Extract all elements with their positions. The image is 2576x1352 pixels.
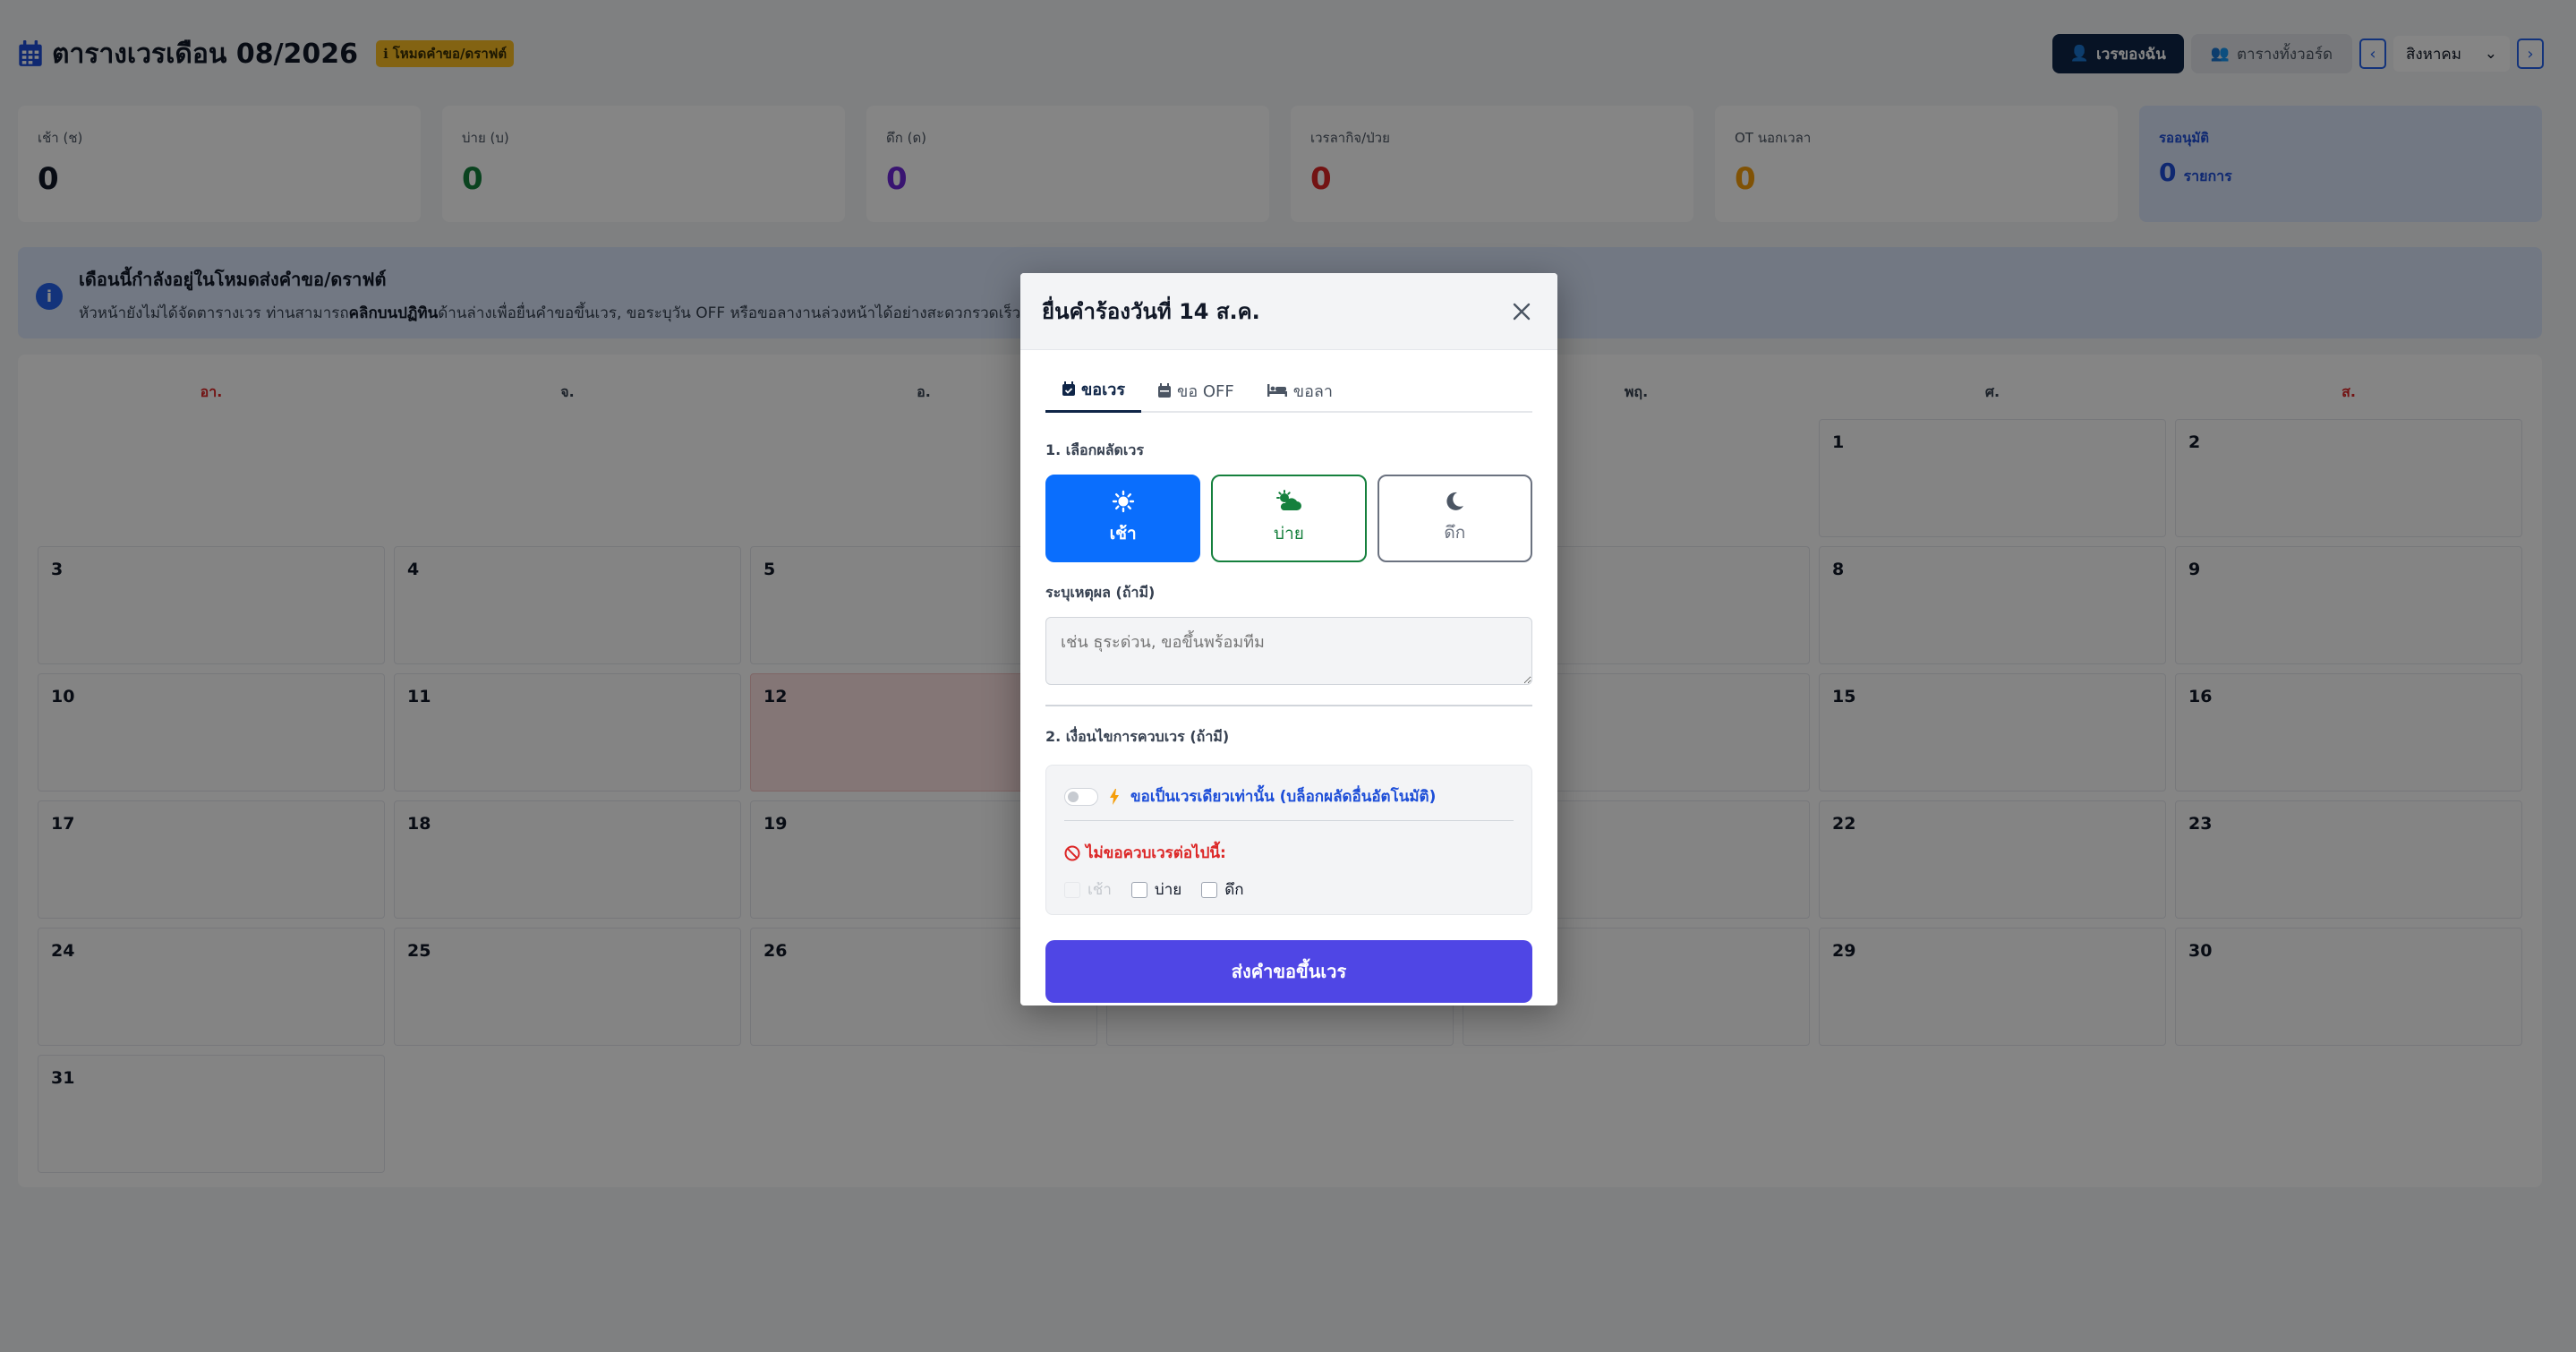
- checkbox-afternoon[interactable]: บ่าย: [1130, 877, 1181, 902]
- reason-input[interactable]: [1045, 617, 1532, 685]
- shift-option-afternoon[interactable]: บ่าย: [1211, 475, 1367, 562]
- single-shift-label: ขอเป็นเวรเดียวเท่านั้น (บล็อกผลัดอื่นอัต…: [1130, 788, 1437, 806]
- close-icon: [1513, 303, 1531, 320]
- submit-request-button[interactable]: ส่งคำขอขึ้นเวร: [1045, 940, 1532, 1003]
- bolt-icon: [1110, 788, 1119, 805]
- request-tabs: ขอเวร ขอ OFF ขอลา: [1045, 368, 1532, 413]
- cloud-sun-icon: [1275, 490, 1301, 510]
- moon-icon: [1446, 492, 1464, 510]
- request-modal: ยื่นคำร้องวันที่ 14 ส.ค. ขอเวร ขอ OFF ขอ…: [1020, 273, 1557, 1005]
- shift-schedule-page: ตารางเวรเดือน 08/2026 ℹ โหมดคำขอ/ดราฟต์ …: [0, 0, 2576, 1352]
- reason-label: ระบุเหตุผล (ถ้ามี): [1045, 584, 1156, 601]
- conditions-label: 2. เงื่อนไขการควบเวร (ถ้ามี): [1045, 728, 1230, 745]
- calendar-check-icon: [1062, 381, 1075, 396]
- tab-off-request[interactable]: ขอ OFF: [1141, 368, 1250, 413]
- modal-title: ยื่นคำร้องวันที่ 14 ส.ค.: [1042, 299, 1260, 324]
- single-shift-toggle[interactable]: [1064, 787, 1098, 806]
- calendar-icon: [1158, 382, 1172, 398]
- ban-icon: [1064, 845, 1080, 860]
- shift-options: เช้า บ่าย ดึก: [1045, 475, 1532, 562]
- conditions-box: ขอเป็นเวรเดียวเท่านั้น (บล็อกผลัดอื่นอัต…: [1045, 765, 1532, 915]
- divider: [1045, 705, 1532, 706]
- no-consecutive-options: เช้า บ่าย ดึก: [1064, 877, 1514, 902]
- sun-icon: [1112, 490, 1134, 513]
- tab-shift-request[interactable]: ขอเวร: [1045, 368, 1142, 413]
- shift-option-morning[interactable]: เช้า: [1045, 475, 1201, 562]
- tab-leave-request[interactable]: ขอลา: [1250, 368, 1349, 413]
- select-shift-label: 1. เลือกผลัดเวร: [1045, 441, 1144, 458]
- no-consecutive-label: ไม่ขอควบเวรต่อไปนี้:: [1086, 844, 1226, 862]
- shift-option-night[interactable]: ดึก: [1377, 475, 1532, 562]
- close-button[interactable]: [1507, 297, 1536, 326]
- checkbox-night[interactable]: ดึก: [1201, 877, 1244, 902]
- checkbox-morning[interactable]: เช้า: [1064, 877, 1112, 902]
- bed-icon: [1267, 384, 1287, 397]
